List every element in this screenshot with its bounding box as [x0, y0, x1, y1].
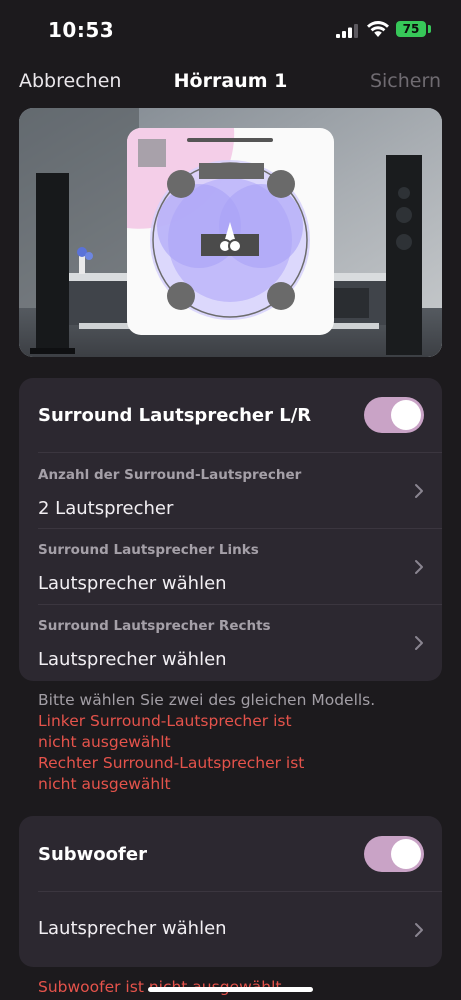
surround-right-value: Lautsprecher wählen [38, 649, 227, 670]
surround-count-row[interactable]: Anzahl der Surround-Lautsprecher 2 Lauts… [19, 453, 442, 528]
surround-right-row[interactable]: Surround Lautsprecher Rechts Lautspreche… [19, 605, 442, 681]
wifi-icon [367, 21, 389, 37]
surround-left-value: Lautsprecher wählen [38, 573, 227, 594]
chevron-right-icon [415, 560, 423, 574]
speaker-layout-diagram [127, 128, 334, 335]
subwoofer-value: Lautsprecher wählen [38, 918, 227, 939]
chevron-right-icon [415, 923, 423, 937]
surround-left-label: Surround Lautsprecher Links [38, 542, 259, 558]
room-settings-screen: 10:53 75 Abbrechen Hörraum 1 Sichern Sur… [0, 0, 461, 1000]
cellular-signal-icon [336, 24, 358, 38]
surround-count-label: Anzahl der Surround-Lautsprecher [38, 467, 302, 483]
surround-left-row[interactable]: Surround Lautsprecher Links Lautsprecher… [19, 529, 442, 604]
surround-error-line: Rechter Surround-Lautsprecher ist [38, 754, 305, 772]
surround-count-value: 2 Lautsprecher [38, 498, 174, 519]
subwoofer-toggle[interactable] [364, 836, 424, 872]
chevron-right-icon [415, 484, 423, 498]
room-photo [19, 108, 442, 357]
save-button[interactable]: Sichern [370, 70, 441, 92]
surround-card: Surround Lautsprecher L/R Anzahl der Sur… [19, 378, 442, 681]
battery-cap [428, 25, 431, 33]
surround-title: Surround Lautsprecher L/R [38, 405, 312, 426]
surround-error-line: Linker Surround-Lautsprecher ist [38, 712, 292, 730]
battery-indicator: 75 [396, 21, 426, 37]
surround-error-line: nicht ausgewählt [38, 733, 171, 751]
subwoofer-select-row[interactable]: Lautsprecher wählen [19, 892, 442, 967]
surround-hint: Bitte wählen Sie zwei des gleichen Model… [38, 691, 376, 709]
surround-toggle[interactable] [364, 397, 424, 433]
room-photo-illustration [19, 108, 442, 357]
subwoofer-card: Subwoofer Lautsprecher wählen [19, 816, 442, 967]
chevron-right-icon [415, 636, 423, 650]
status-time: 10:53 [48, 18, 115, 42]
surround-right-label: Surround Lautsprecher Rechts [38, 618, 271, 634]
toggle-knob [391, 839, 421, 869]
home-indicator [148, 987, 313, 992]
subwoofer-title: Subwoofer [38, 844, 147, 865]
surround-error-line: nicht ausgewählt [38, 775, 171, 793]
cancel-button[interactable]: Abbrechen [19, 70, 121, 92]
toggle-knob [391, 400, 421, 430]
status-bar: 10:53 75 [0, 0, 461, 60]
